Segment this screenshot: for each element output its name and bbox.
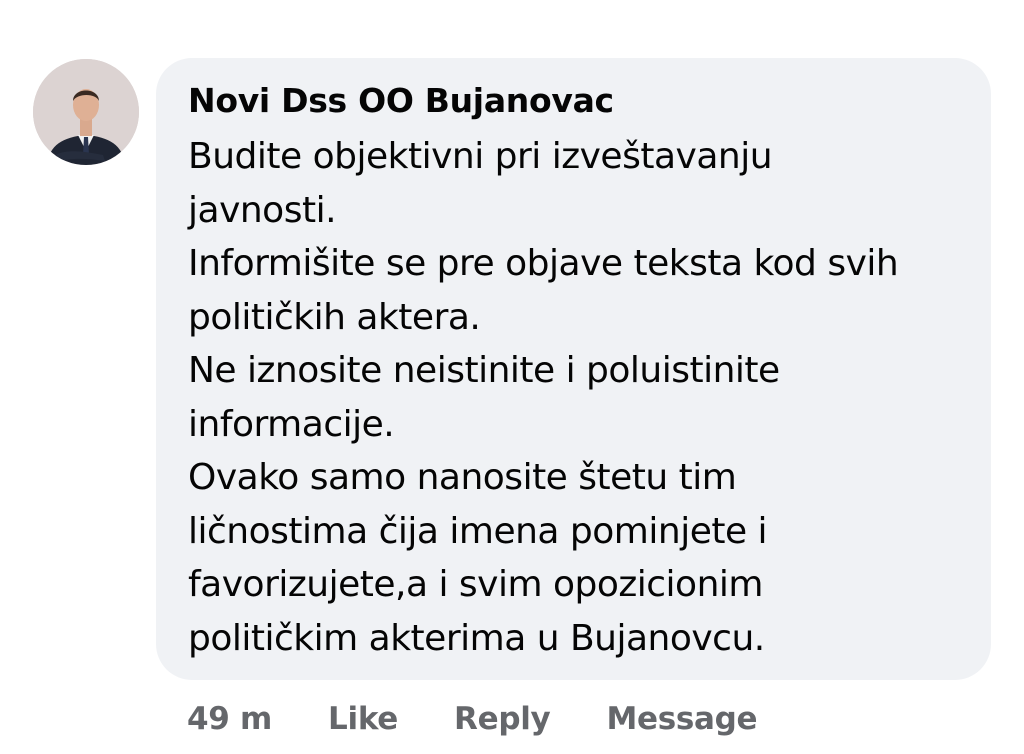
comment-line: Budite objektivni pri izveštavanju	[188, 136, 773, 177]
like-button[interactable]: Like	[328, 701, 398, 737]
comment-line: Informišite se pre objave teksta kod svi…	[188, 243, 899, 284]
comment-text: Budite objektivni pri izveštavanju javno…	[188, 130, 961, 665]
comment-line: političkih aktera.	[188, 296, 481, 338]
comment-line: informacije.	[188, 403, 395, 445]
comment-author-name[interactable]: Novi Dss OO Bujanovac	[188, 80, 961, 122]
comment-line: Ovako samo nanosite štetu tim	[188, 457, 737, 498]
comment-bubble: Novi Dss OO Bujanovac Budite objektivni …	[156, 58, 991, 680]
comment-line: favorizujete,a i svim opozicionim	[188, 564, 763, 605]
comment-line: javnosti.	[188, 189, 337, 231]
comment-line: ličnostima čija imena pominjete i	[188, 510, 768, 552]
comment-actions: 49 m Like Reply Message	[187, 697, 758, 741]
author-avatar[interactable]	[33, 59, 139, 165]
profile-photo-icon	[33, 59, 139, 165]
reply-button[interactable]: Reply	[454, 701, 551, 737]
comment-timestamp[interactable]: 49 m	[187, 701, 272, 737]
message-button[interactable]: Message	[606, 701, 757, 737]
comment-line: političkim akterima u Bujanovcu.	[188, 617, 765, 659]
comment-line: Ne iznosite neistinite i poluistinite	[188, 350, 780, 391]
